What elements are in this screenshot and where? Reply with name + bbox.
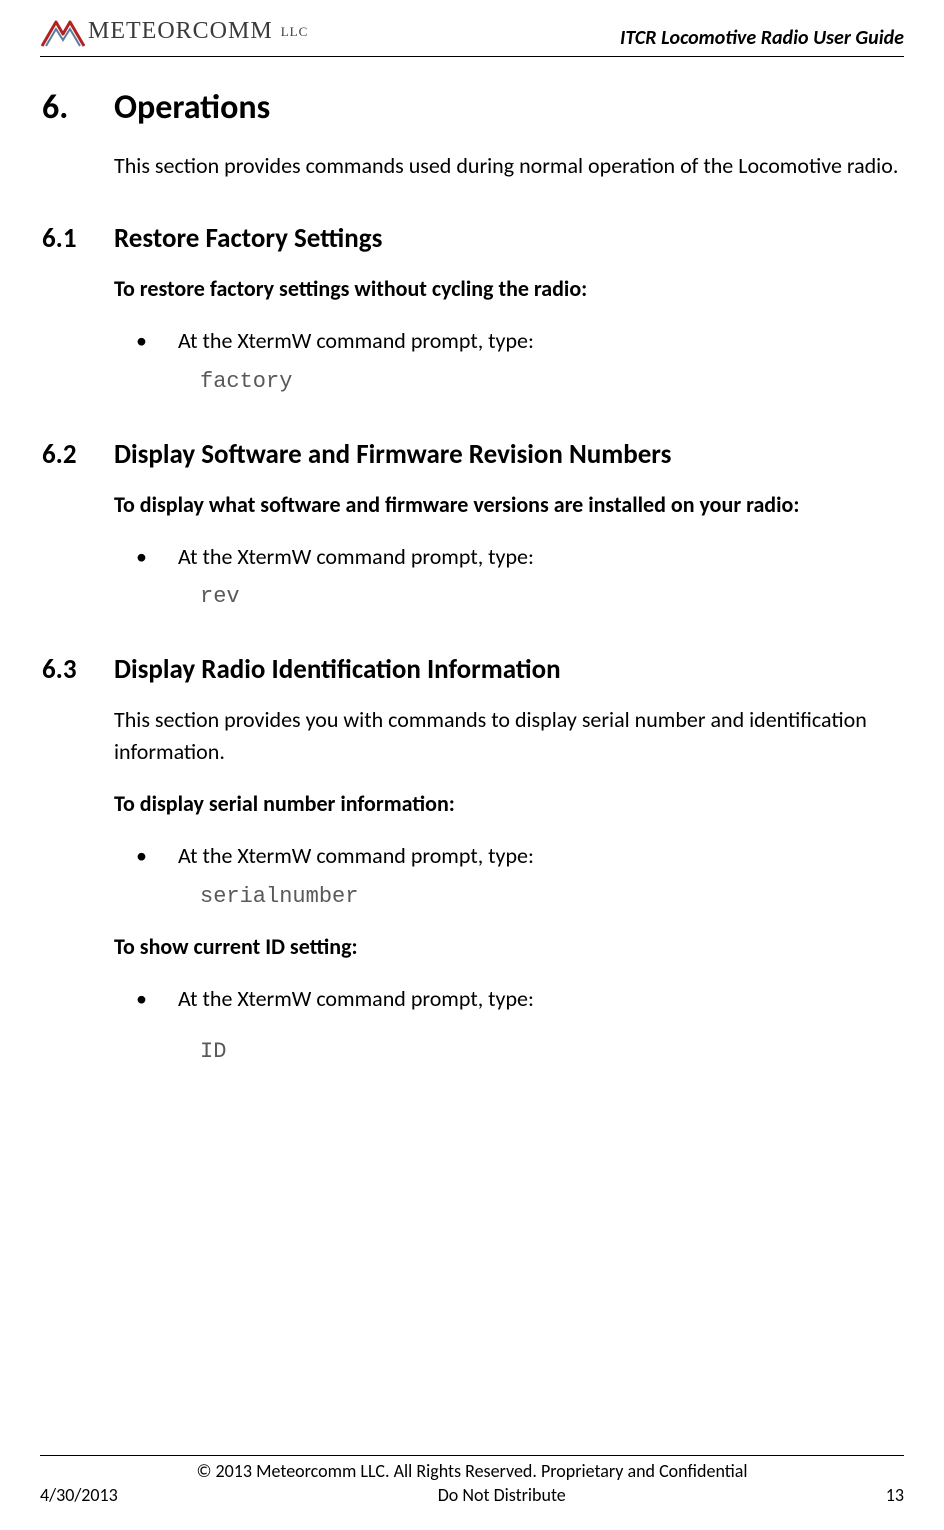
heading-6: 6. Operations — [42, 87, 902, 128]
company-logo: METEORCOMM LLC — [40, 18, 308, 48]
instruction-lead: To display serial number information: — [114, 788, 902, 820]
bullet-text: At the XtermW command prompt, type: — [178, 840, 534, 872]
section-intro: This section provides you with commands … — [114, 704, 902, 768]
bullet-item: • At the XtermW command prompt, type: ID — [136, 983, 902, 1068]
bullet-item: • At the XtermW command prompt, type: se… — [136, 840, 902, 913]
logo-mark-icon — [40, 18, 86, 48]
heading-number: 6.1 — [42, 222, 114, 255]
instruction-lead: To show current ID setting: — [114, 931, 902, 963]
heading-title: Display Software and Firmware Revision N… — [114, 438, 671, 471]
instruction-lead: To display what software and firmware ve… — [114, 489, 902, 521]
document-title: ITCR Locomotive Radio User Guide — [620, 18, 904, 50]
heading-number: 6.3 — [42, 653, 114, 686]
heading-number: 6.2 — [42, 438, 114, 471]
footer-confidential: Do Not Distribute — [118, 1484, 886, 1506]
bullet-icon: • — [136, 984, 178, 1015]
bullet-item: • At the XtermW command prompt, type: re… — [136, 541, 902, 614]
logo-suffix: LLC — [281, 24, 309, 40]
command-text: serialnumber — [200, 880, 902, 913]
bullet-icon: • — [136, 841, 178, 872]
heading-6-3: 6.3 Display Radio Identification Informa… — [42, 653, 902, 686]
logo-text: METEORCOMM — [88, 18, 273, 44]
bullet-item: • At the XtermW command prompt, type: fa… — [136, 325, 902, 398]
bullet-icon: • — [136, 542, 178, 573]
heading-title: Restore Factory Settings — [114, 222, 382, 255]
footer-copyright: © 2013 Meteorcomm LLC. All Rights Reserv… — [40, 1460, 904, 1482]
footer-date: 4/30/2013 — [40, 1484, 118, 1506]
bullet-text: At the XtermW command prompt, type: — [178, 541, 534, 573]
bullet-text: At the XtermW command prompt, type: — [178, 983, 534, 1015]
document-body: 6. Operations This section provides comm… — [40, 87, 904, 1068]
command-text: ID — [200, 1035, 902, 1068]
heading-title: Display Radio Identification Information — [114, 653, 561, 686]
page-footer: © 2013 Meteorcomm LLC. All Rights Reserv… — [40, 1455, 904, 1506]
instruction-lead: To restore factory settings without cycl… — [114, 273, 902, 305]
heading-6-1: 6.1 Restore Factory Settings — [42, 222, 902, 255]
page-header: METEORCOMM LLC ITCR Locomotive Radio Use… — [40, 18, 904, 57]
section-intro: This section provides commands used duri… — [114, 150, 902, 182]
heading-number: 6. — [42, 87, 114, 128]
heading-6-2: 6.2 Display Software and Firmware Revisi… — [42, 438, 902, 471]
bullet-icon: • — [136, 326, 178, 357]
heading-title: Operations — [114, 87, 270, 128]
command-text: rev — [200, 580, 902, 613]
bullet-text: At the XtermW command prompt, type: — [178, 325, 534, 357]
command-text: factory — [200, 365, 902, 398]
footer-page-number: 13 — [886, 1484, 904, 1506]
